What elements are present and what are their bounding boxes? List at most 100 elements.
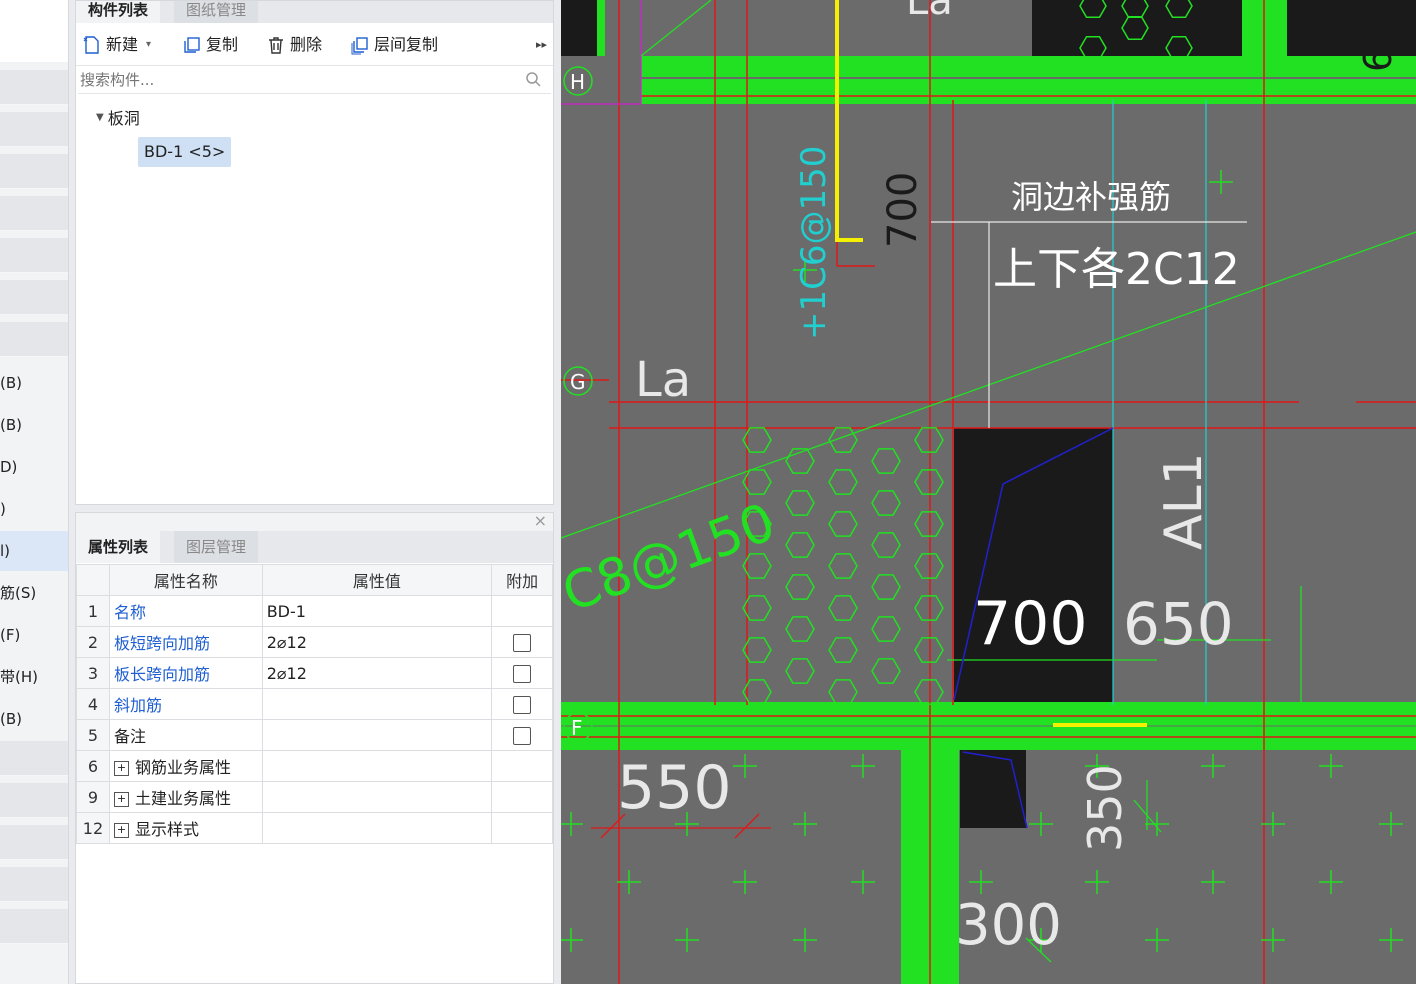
left-strip-item-label: l) (0, 542, 11, 560)
left-strip-row[interactable] (0, 867, 68, 902)
extra-checkbox[interactable] (513, 726, 532, 745)
property-name[interactable]: 板长跨向加筋 (108, 657, 263, 689)
search-input[interactable] (78, 67, 512, 93)
floor-copy-button[interactable]: 层间复制 (350, 33, 438, 57)
hatch-hexagon (785, 532, 815, 558)
left-strip-row[interactable] (0, 741, 68, 776)
close-icon[interactable]: × (534, 511, 547, 530)
extra-checkbox[interactable] (513, 664, 532, 683)
left-strip-item[interactable]: D) (0, 447, 68, 487)
copy-button[interactable]: 复制 (182, 33, 238, 57)
panel-title-bar: × (76, 511, 553, 531)
hatch-hexagon (828, 553, 858, 579)
left-strip-row[interactable] (0, 280, 68, 315)
left-strip-row[interactable] (0, 154, 68, 189)
tree-leaf-bd1[interactable]: BD-1 <5> (138, 137, 232, 167)
expand-icon[interactable]: + (113, 761, 129, 776)
plus-marker (1085, 870, 1109, 894)
row-index: 9 (76, 781, 110, 813)
table-row[interactable]: 6 + 钢筋业务属性 (76, 750, 553, 782)
property-group[interactable]: + 钢筋业务属性 (108, 750, 263, 782)
hatch-hexagon (785, 658, 815, 684)
hatch-hexagon (785, 490, 815, 516)
left-strip-item[interactable]: ) (0, 489, 68, 529)
copy-button-label: 复制 (206, 35, 239, 54)
property-group[interactable]: + 显示样式 (108, 812, 263, 844)
property-value[interactable] (261, 688, 493, 720)
left-strip-item[interactable]: (B) (0, 699, 68, 739)
plus-marker (617, 870, 641, 894)
expand-icon[interactable]: + (113, 823, 129, 838)
left-strip-item[interactable]: (B) (0, 405, 68, 445)
cad-block (1032, 0, 1242, 56)
plus-marker (1319, 870, 1343, 894)
table-row[interactable]: 4 斜加筋 (76, 688, 553, 720)
left-strip-row[interactable] (0, 909, 68, 944)
property-group-label: 钢筋业务属性 (134, 758, 231, 777)
header-index (76, 564, 110, 596)
left-strip-row[interactable] (0, 825, 68, 860)
hatch-hexagon (871, 574, 901, 600)
plus-marker (1201, 870, 1225, 894)
tab-layer-management[interactable]: 图层管理 (174, 531, 259, 563)
search-icon[interactable] (525, 71, 541, 87)
property-value[interactable]: 2⌀12 (261, 626, 493, 658)
table-row[interactable]: 12 + 显示样式 (76, 812, 553, 844)
plus-marker (851, 754, 875, 778)
property-name[interactable]: 板短跨向加筋 (108, 626, 263, 658)
trash-icon (269, 37, 283, 54)
toolbar-overflow-button[interactable]: ▸▸ (536, 33, 547, 57)
property-value[interactable]: 2⌀12 (261, 657, 493, 689)
left-strip-header (0, 0, 68, 62)
hatch-hexagon (871, 532, 901, 558)
table-row[interactable]: 9 + 土建业务属性 (76, 781, 553, 813)
delete-button[interactable]: 删除 (266, 33, 322, 57)
tab-property-list[interactable]: 属性列表 (76, 531, 161, 563)
tab-component-list[interactable]: 构件列表 (76, 1, 161, 23)
caret-down-icon[interactable]: ▼ (96, 112, 104, 123)
table-row[interactable]: 2 板短跨向加筋 2⌀12 (76, 626, 553, 658)
left-strip-item-label: D) (0, 458, 18, 476)
left-strip-item-label: (B) (0, 374, 22, 392)
new-button[interactable]: 新建 ▾ (82, 33, 151, 57)
property-group[interactable]: + 土建业务属性 (108, 781, 263, 813)
table-row[interactable]: 5 备注 (76, 719, 553, 751)
tree-node-hole[interactable]: ▼ 板洞 (96, 105, 140, 129)
left-strip-row[interactable] (0, 112, 68, 147)
annotation-dim-650: 650 (1123, 590, 1234, 658)
property-value[interactable]: BD-1 (261, 595, 493, 627)
table-row[interactable]: 3 板长跨向加筋 2⌀12 (76, 657, 553, 689)
property-name[interactable]: 备注 (108, 719, 263, 751)
left-strip-item[interactable]: 带(H) (0, 657, 68, 697)
left-strip-row[interactable] (0, 196, 68, 231)
property-value (261, 750, 493, 782)
property-group-label: 显示样式 (134, 820, 199, 839)
property-value[interactable] (261, 719, 493, 751)
left-strip-item-selected[interactable]: l) (0, 531, 68, 571)
property-name[interactable]: 名称 (108, 595, 263, 627)
extra-checkbox[interactable] (513, 633, 532, 652)
left-strip-item[interactable]: (B) (0, 363, 68, 403)
cad-drawing[interactable]: H G F La 600 700 +1C6@150 洞边补强筋 上下各2C12 … (561, 0, 1416, 984)
left-strip-item[interactable]: (F) (0, 615, 68, 655)
yellow-rebar (835, 0, 863, 242)
chevron-down-icon[interactable]: ▾ (146, 33, 151, 57)
property-group-label: 土建业务属性 (134, 789, 231, 808)
plus-marker (969, 870, 993, 894)
expand-icon[interactable]: + (113, 792, 129, 807)
hatch-hexagon (914, 427, 944, 453)
left-strip-item-label: ) (0, 500, 6, 518)
left-strip-row[interactable] (0, 322, 68, 357)
left-strip-row[interactable] (0, 783, 68, 818)
cad-canvas[interactable]: H G F La 600 700 +1C6@150 洞边补强筋 上下各2C12 … (561, 0, 1416, 984)
left-strip-row[interactable] (0, 238, 68, 273)
tab-drawing-management[interactable]: 图纸管理 (174, 1, 259, 23)
left-strip-row[interactable] (0, 70, 68, 105)
hatch-hexagon (871, 448, 901, 474)
left-strip-item[interactable]: 筋(S) (0, 573, 68, 613)
property-name[interactable]: 斜加筋 (108, 688, 263, 720)
hatch-hexagon (914, 469, 944, 495)
extra-checkbox[interactable] (513, 695, 532, 714)
property-value (261, 812, 493, 844)
table-row[interactable]: 1 名称 BD-1 (76, 595, 553, 627)
